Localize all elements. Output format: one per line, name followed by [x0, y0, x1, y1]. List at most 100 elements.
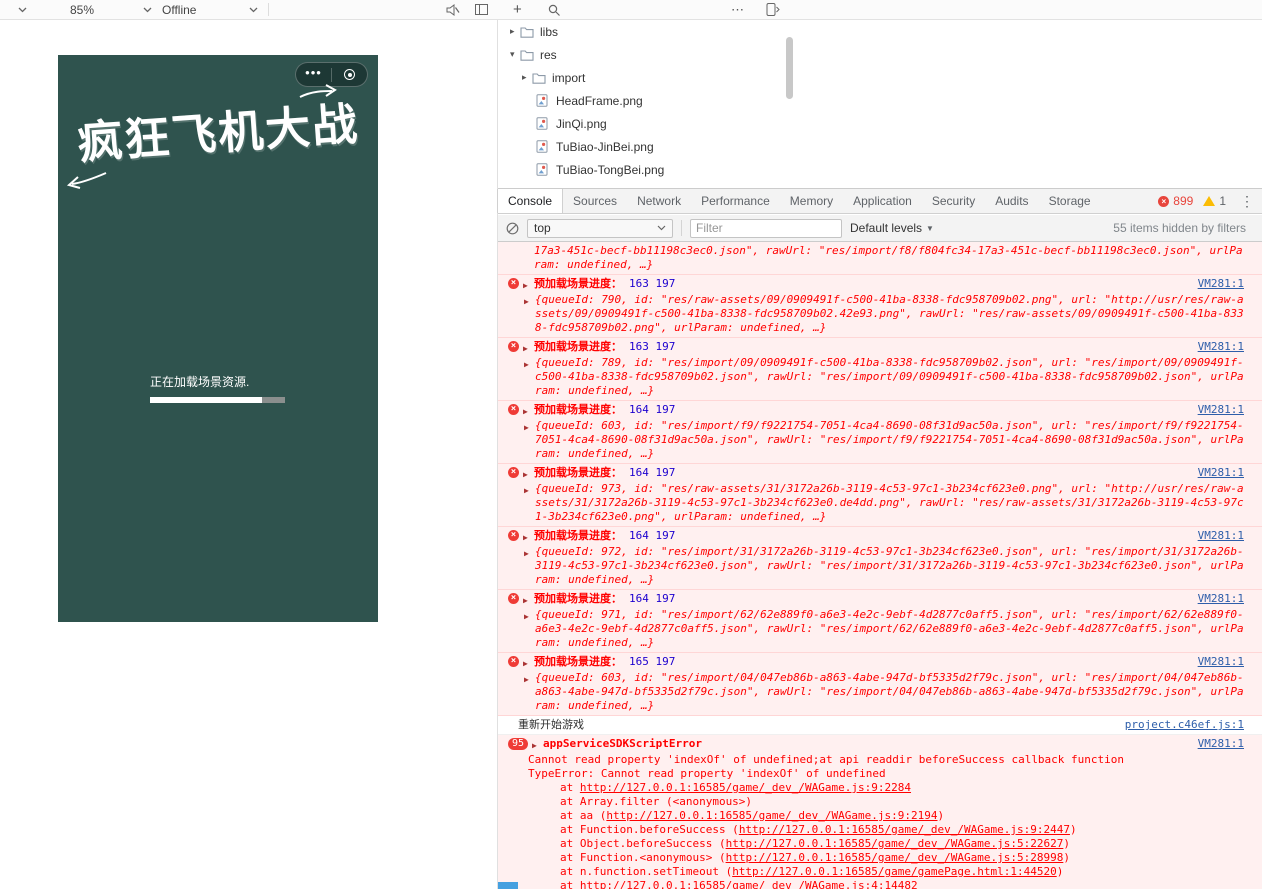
console-error-message: VM281:1 × ▶ 预加载场景进度： 165 197 ▶ {queueId: 603, … [498, 653, 1262, 716]
panel-layout-button[interactable] [475, 0, 488, 19]
object-preview[interactable]: ▶ {queueId: 603, id: "res/import/04/047eb… [524, 671, 1244, 713]
expand-icon[interactable]: ▶ [524, 358, 535, 372]
image-file-icon [536, 140, 552, 153]
chevron-down-icon [249, 7, 258, 12]
tree-item-jinqi-png[interactable]: JinQi.png [498, 112, 798, 135]
tree-item-libs[interactable]: ▸ libs [498, 20, 798, 43]
object-preview-text: {queueId: 603, id: "res/import/f9/f92217… [535, 419, 1244, 460]
source-link[interactable]: VM281:1 [1198, 403, 1244, 417]
context-selector[interactable]: top [527, 218, 673, 238]
expand-icon[interactable]: ▶ [523, 657, 534, 671]
hidden-items-info: 55 items hidden by filters [1113, 221, 1246, 235]
tab-console[interactable]: Console [497, 189, 564, 213]
expand-icon[interactable]: ▶ [532, 739, 543, 753]
warning-count[interactable]: 1 [1219, 194, 1226, 208]
tab-storage[interactable]: Storage [1039, 189, 1101, 213]
expand-icon[interactable]: ▶ [523, 468, 534, 482]
expand-icon[interactable]: ▶ [524, 421, 535, 435]
error-head: × ▶ 预加载场景进度： 163 197 [498, 340, 1188, 356]
object-preview[interactable]: ▶ {queueId: 972, id: "res/import/31/3172a… [524, 545, 1244, 587]
tab-memory[interactable]: Memory [780, 189, 843, 213]
add-button[interactable]: + [513, 0, 522, 19]
tab-application[interactable]: Application [843, 189, 922, 213]
horizontal-scrollbar-thumb[interactable] [498, 882, 518, 889]
network-dropdown[interactable]: Offline [162, 0, 258, 19]
search-button[interactable] [548, 0, 560, 19]
tree-item-import[interactable]: ▸ import [498, 66, 798, 89]
error-line: Cannot read property 'indexOf' of undefi… [528, 753, 1125, 766]
source-link[interactable]: VM281:1 [1198, 277, 1244, 291]
source-link[interactable]: VM281:1 [1198, 529, 1244, 543]
kebab-menu-icon[interactable]: ⋮ [1240, 193, 1254, 210]
tab-audits[interactable]: Audits [985, 189, 1038, 213]
tab-sources[interactable]: Sources [563, 189, 627, 213]
error-head: × ▶ 预加载场景进度： 164 197 [498, 466, 1188, 482]
error-count[interactable]: 899 [1173, 194, 1193, 208]
tree-item-headframe-png[interactable]: HeadFrame.png [498, 89, 798, 112]
source-link[interactable]: VM281:1 [1198, 737, 1244, 751]
zoom-value: 85% [70, 2, 95, 17]
expand-icon[interactable]: ▶ [523, 279, 534, 293]
ellipsis-icon: ⋯ [731, 1, 745, 17]
object-preview[interactable]: ▶ {queueId: 789, id: "res/import/09/09094… [524, 356, 1244, 398]
tab-security[interactable]: Security [922, 189, 985, 213]
stack-link[interactable]: http://127.0.0.1:16585/game/_dev_/WAGame… [726, 851, 1064, 864]
zoom-dropdown[interactable]: 85% [70, 0, 152, 19]
chevron-collapsed-icon[interactable]: ▸ [510, 26, 520, 37]
expand-icon[interactable]: ▶ [524, 295, 535, 309]
error-numbers: 163 197 [629, 340, 676, 353]
console-error-message: 17a3-451c-becf-bb11198c3ec0.json", rawUr… [498, 242, 1262, 275]
object-preview[interactable]: ▶ {queueId: 603, id: "res/import/f9/f9221… [524, 419, 1244, 461]
tree-item-label: JinQi.png [556, 116, 607, 131]
tab-performance[interactable]: Performance [691, 189, 780, 213]
object-preview[interactable]: ▶ {queueId: 790, id: "res/raw-assets/09/0… [524, 293, 1244, 335]
object-preview-text: 17a3-451c-becf-bb11198c3ec0.json", rawUr… [534, 244, 1243, 271]
filter-input[interactable] [690, 218, 842, 238]
tab-network[interactable]: Network [627, 189, 691, 213]
devtools-panel: Console Sources Network Performance Memory Ap… [497, 188, 1262, 889]
clear-console-icon[interactable] [506, 222, 519, 235]
expand-icon[interactable]: ▶ [524, 484, 535, 498]
expand-icon[interactable]: ▶ [523, 594, 534, 608]
expand-icon[interactable]: ▶ [523, 531, 534, 545]
error-icon: × [508, 530, 519, 541]
log-levels-dropdown[interactable]: Default levels ▼ [850, 221, 934, 235]
source-link[interactable]: VM281:1 [1198, 592, 1244, 606]
expand-icon[interactable]: ▶ [523, 342, 534, 356]
source-link[interactable]: VM281:1 [1198, 466, 1244, 480]
source-link[interactable]: project.c46ef.js:1 [1125, 718, 1244, 732]
chevron-collapsed-icon[interactable]: ▸ [522, 72, 532, 83]
progress-fill [150, 397, 263, 403]
expand-icon[interactable]: ▶ [524, 673, 535, 687]
tree-item-tubiao-jinbei-png[interactable]: TuBiao-JinBei.png [498, 135, 798, 158]
error-icon: × [508, 593, 519, 604]
window-menu-button[interactable] [18, 0, 27, 19]
stack-link[interactable]: http://127.0.0.1:16585/game/_dev_/WAGame… [606, 809, 937, 822]
expand-icon[interactable]: ▶ [523, 405, 534, 419]
more-button[interactable]: ⋯ [731, 0, 745, 19]
context-value: top [534, 221, 551, 235]
stack-link[interactable]: http://127.0.0.1:16585/game/_dev_/WAGame… [739, 823, 1070, 836]
stack-link[interactable]: http://127.0.0.1:16585/game/_dev_/WAGame… [726, 837, 1064, 850]
chevron-expanded-icon[interactable]: ▾ [510, 49, 520, 60]
device-preview-button[interactable] [766, 0, 780, 19]
error-head: × ▶ 预加载场景进度： 165 197 [498, 655, 1188, 671]
tree-item-res[interactable]: ▾ res [498, 43, 798, 66]
expand-icon[interactable]: ▶ [524, 547, 535, 561]
error-label: 预加载场景进度： [534, 529, 622, 542]
object-preview-text: {queueId: 789, id: "res/import/09/090949… [535, 356, 1244, 397]
source-link[interactable]: VM281:1 [1198, 655, 1244, 669]
tree-item-tubiao-tongbei-png[interactable]: TuBiao-TongBei.png [498, 158, 798, 181]
mute-button[interactable] [446, 0, 460, 19]
image-file-icon [536, 163, 552, 176]
stack-frame: at Function.<anonymous> (http://127.0.0.… [560, 851, 1070, 864]
stack-link[interactable]: http://127.0.0.1:16585/game/gamePage.htm… [732, 865, 1057, 878]
expand-icon[interactable]: ▶ [524, 610, 535, 624]
object-preview[interactable]: ▶ {queueId: 973, id: "res/raw-assets/31/3… [524, 482, 1244, 524]
stack-link[interactable]: http://127.0.0.1:16585/game/_dev_/WAGame… [580, 781, 911, 794]
source-link[interactable]: VM281:1 [1198, 340, 1244, 354]
object-preview[interactable]: ▶ {queueId: 971, id: "res/import/62/62e88… [524, 608, 1244, 650]
console-error-message: VM281:1 × ▶ 预加载场景进度： 164 197 ▶ {queueId: 973, … [498, 464, 1262, 527]
vertical-scrollbar-thumb[interactable] [786, 37, 793, 99]
stack-link[interactable]: http://127.0.0.1:16585/game/_dev_/WAGame… [580, 879, 918, 889]
